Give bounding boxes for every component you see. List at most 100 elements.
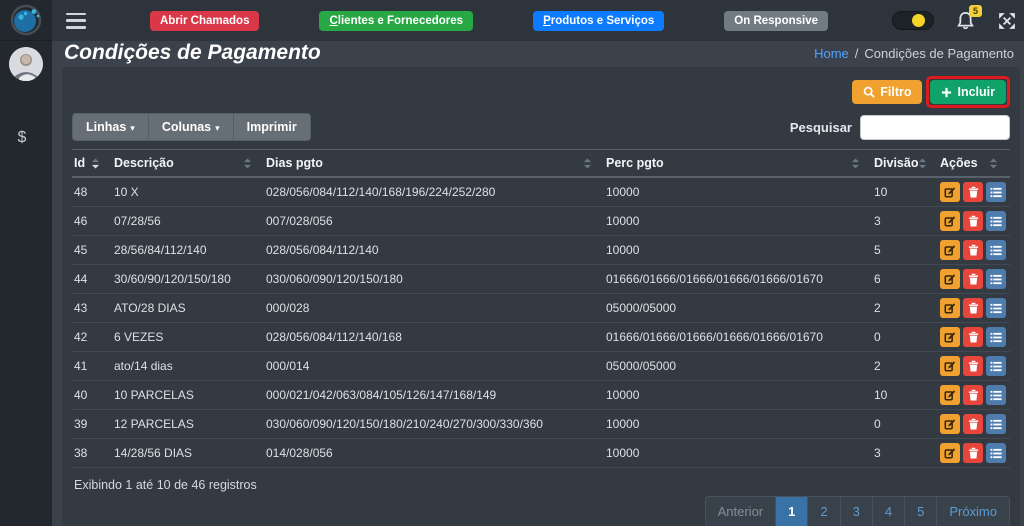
edit-button[interactable]	[940, 240, 960, 260]
printer-icon	[18, 439, 35, 456]
pagination-next-button[interactable]: Próximo	[937, 497, 1009, 526]
list-button[interactable]	[986, 211, 1006, 231]
sidebar-item-shopping-bag[interactable]	[17, 159, 35, 177]
trash-button[interactable]	[963, 443, 983, 463]
edit-button[interactable]	[940, 298, 960, 318]
pagination-page-5[interactable]: 5	[905, 497, 937, 526]
sidebar-item-handshake[interactable]	[17, 190, 35, 208]
edit-button[interactable]	[940, 182, 960, 202]
navbar-link-2[interactable]: Produtos e Serviços	[533, 11, 664, 31]
sidebar-item-printer[interactable]	[17, 438, 35, 456]
cell-perc: 10000	[604, 207, 872, 236]
cell-perc: 10000	[604, 177, 872, 207]
toggle-knob	[912, 14, 925, 27]
list-button[interactable]	[986, 443, 1006, 463]
cell-descricao: 07/28/56	[112, 207, 264, 236]
columns-dropdown-button[interactable]: Colunas▾	[149, 114, 234, 140]
user-avatar[interactable]	[9, 47, 43, 81]
navbar-link-3[interactable]: On Responsive	[724, 11, 828, 31]
navbar-link-1[interactable]: Clientes e Fornecedores	[319, 11, 473, 31]
trash-button[interactable]	[963, 385, 983, 405]
trash-button[interactable]	[963, 298, 983, 318]
navbar-link-0[interactable]: Abrir Chamados	[150, 11, 259, 31]
trash-button[interactable]	[963, 327, 983, 347]
breadcrumb-home-link[interactable]: Home	[814, 46, 849, 61]
table-row: 4010 PARCELAS000/021/042/063/084/105/126…	[72, 381, 1010, 410]
edit-button[interactable]	[940, 269, 960, 289]
pagination-page-2[interactable]: 2	[808, 497, 840, 526]
pagination-prev-button[interactable]: Anterior	[706, 497, 777, 526]
list-button[interactable]	[986, 298, 1006, 318]
list-button[interactable]	[986, 269, 1006, 289]
edit-button[interactable]	[940, 327, 960, 347]
edit-button[interactable]	[940, 385, 960, 405]
cell-id: 42	[72, 323, 112, 352]
pagination-page-1[interactable]: 1	[776, 497, 808, 526]
sidebar-item-dollar-sign[interactable]: $	[17, 128, 35, 146]
cell-divisao: 3	[872, 439, 938, 468]
cell-descricao: 28/56/84/112/140	[112, 236, 264, 265]
list-button[interactable]	[986, 385, 1006, 405]
column-header-descrição[interactable]: Descrição	[112, 150, 264, 178]
search-icon	[863, 86, 875, 98]
chart-line-icon	[18, 253, 35, 270]
cell-descricao: 14/28/56 DIAS	[112, 439, 264, 468]
column-header-ações[interactable]: Ações	[938, 150, 1010, 178]
list-button[interactable]	[986, 414, 1006, 434]
sidebar-item-chart-bar[interactable]	[17, 283, 35, 301]
hamburger-menu-icon[interactable]	[66, 13, 86, 29]
list-button[interactable]	[986, 182, 1006, 202]
include-button[interactable]: Incluir	[930, 80, 1006, 104]
sidebar-item-bug[interactable]	[17, 314, 35, 332]
cell-divisao: 2	[872, 294, 938, 323]
list-button[interactable]	[986, 240, 1006, 260]
sidebar-item-file-doc[interactable]	[17, 469, 35, 487]
app-logo[interactable]	[0, 0, 52, 41]
top-navbar: Abrir Chamados Clientes e Fornecedores Pro…	[52, 0, 1024, 41]
trash-button[interactable]	[963, 356, 983, 376]
trash-button[interactable]	[963, 211, 983, 231]
content-card: Filtro Incluir Linhas▾ Colunas▾ Imprimir	[62, 67, 1020, 526]
filter-button[interactable]: Filtro	[852, 80, 922, 104]
pagination-page-4[interactable]: 4	[873, 497, 905, 526]
theme-toggle[interactable]	[892, 11, 934, 30]
cell-descricao: 6 VEZES	[112, 323, 264, 352]
sidebar-item-gears[interactable]	[17, 376, 35, 394]
cell-perc: 10000	[604, 439, 872, 468]
sidebar-item-table-grid[interactable]	[17, 407, 35, 425]
column-header-divisão[interactable]: Divisão	[872, 150, 938, 178]
cell-actions	[938, 177, 1010, 207]
column-header-dias-pgto[interactable]: Dias pgto	[264, 150, 604, 178]
sidebar-item-barcode[interactable]	[17, 97, 35, 115]
trash-button[interactable]	[963, 414, 983, 434]
sidebar-item-undo-arrow[interactable]	[17, 500, 35, 518]
table-row: 4607/28/56007/028/056100003	[72, 207, 1010, 236]
list-button[interactable]	[986, 356, 1006, 376]
notification-badge: 5	[969, 5, 982, 18]
search-label: Pesquisar	[790, 120, 852, 135]
list-button[interactable]	[986, 327, 1006, 347]
rows-dropdown-button[interactable]: Linhas▾	[73, 114, 149, 140]
pagination-page-3[interactable]: 3	[841, 497, 873, 526]
edit-button[interactable]	[940, 414, 960, 434]
column-header-id[interactable]: Id	[72, 150, 112, 178]
edit-button[interactable]	[940, 443, 960, 463]
notifications-button[interactable]: 5	[956, 11, 976, 31]
trash-button[interactable]	[963, 182, 983, 202]
edit-button[interactable]	[940, 356, 960, 376]
column-header-perc-pgto[interactable]: Perc pgto	[604, 150, 872, 178]
cell-actions	[938, 294, 1010, 323]
print-button[interactable]: Imprimir	[234, 114, 310, 140]
search-input[interactable]	[860, 115, 1010, 140]
sidebar-item-cube[interactable]	[17, 345, 35, 363]
sidebar-item-edit-square[interactable]	[17, 221, 35, 239]
sidebar-item-chart-line[interactable]	[17, 252, 35, 270]
cell-dias: 007/028/056	[264, 207, 604, 236]
cell-descricao: 12 PARCELAS	[112, 410, 264, 439]
trash-button[interactable]	[963, 240, 983, 260]
navbar-right: 5	[892, 11, 1016, 31]
trash-button[interactable]	[963, 269, 983, 289]
cell-actions	[938, 207, 1010, 236]
fullscreen-icon[interactable]	[998, 12, 1016, 30]
edit-button[interactable]	[940, 211, 960, 231]
